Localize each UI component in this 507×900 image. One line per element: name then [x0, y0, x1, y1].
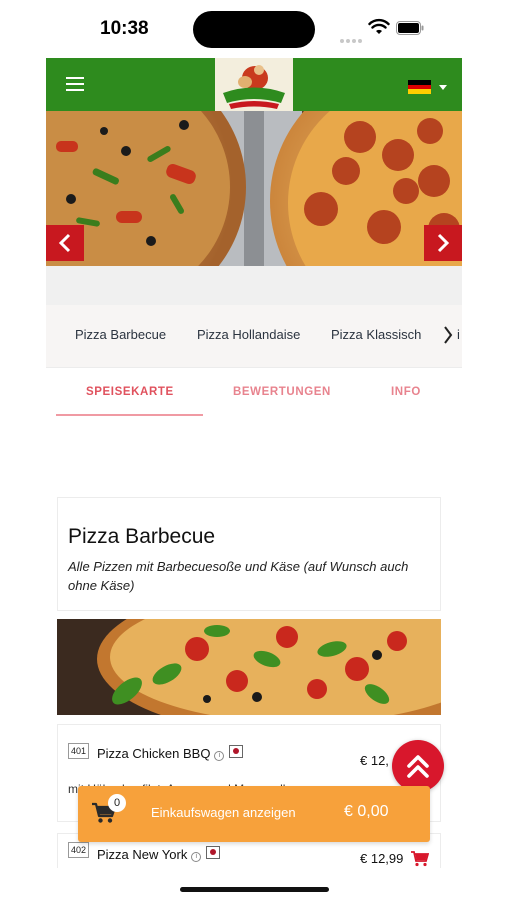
dietary-badge-icon [206, 846, 221, 859]
active-tab-indicator [56, 414, 203, 416]
category-item[interactable]: Pizza Barbecue [75, 327, 166, 342]
spacer-band [46, 266, 462, 305]
chevron-left-icon [58, 233, 71, 253]
item-number: 401 [68, 743, 90, 759]
hero-slider[interactable] [46, 111, 462, 266]
tab-bewertungen[interactable]: BEWERTUNGEN [233, 386, 331, 398]
info-icon[interactable]: i [191, 852, 202, 862]
item-name-text: Pizza New York [97, 847, 188, 862]
item-number: 402 [68, 842, 90, 858]
status-time: 10:38 [100, 18, 149, 39]
tab-bar: SPEISEKARTE BEWERTUNGEN INFO [46, 368, 462, 418]
category-item[interactable]: Pizza Klassisch [331, 327, 421, 342]
item-name: Pizza Chicken BBQ i [97, 745, 244, 761]
double-chevron-up-icon [407, 755, 429, 778]
hamburger-menu-icon[interactable] [66, 77, 84, 91]
view-cart-button[interactable]: 0 Einkaufswagen anzeigen € 0,00 [78, 786, 430, 842]
category-item[interactable]: Pizza Hollandaise [197, 327, 300, 342]
slider-prev-button[interactable] [46, 225, 84, 261]
german-flag-icon[interactable] [408, 80, 431, 94]
add-to-cart-icon[interactable] [411, 851, 429, 867]
tab-info[interactable]: INFO [391, 386, 421, 398]
chevron-right-icon[interactable] [443, 325, 453, 345]
tab-speisekarte[interactable]: SPEISEKARTE [86, 386, 174, 398]
dietary-badge-icon [229, 745, 244, 758]
wifi-icon [368, 18, 390, 34]
cart-label: Einkaufswagen anzeigen [151, 805, 296, 820]
info-icon[interactable]: i [214, 751, 225, 761]
item-price: € 12, [360, 753, 389, 768]
category-title: Pizza Barbecue [68, 525, 216, 548]
app-screen: Pizza Barbecue Pizza Hollandaise Pizza K… [46, 58, 462, 868]
item-name: Pizza New York i [97, 846, 221, 862]
category-scroller[interactable]: Pizza Barbecue Pizza Hollandaise Pizza K… [46, 305, 462, 368]
cart-count-badge: 0 [108, 794, 126, 812]
scroll-to-top-button[interactable] [392, 740, 444, 792]
battery-icon [396, 21, 424, 35]
chevron-right-icon [437, 233, 450, 253]
cellular-signal-icon [340, 30, 364, 48]
slider-next-button[interactable] [424, 225, 462, 261]
category-header-card: Pizza Barbecue Alle Pizzen mit Barbecues… [57, 497, 441, 611]
item-price: € 12,99 [360, 851, 404, 866]
category-description: Alle Pizzen mit Barbecuesoße und Käse (a… [68, 559, 409, 593]
top-bar [46, 58, 462, 111]
cart-total: € 0,00 [344, 803, 389, 820]
category-item-overflow[interactable]: i [457, 327, 460, 342]
item-name-text: Pizza Chicken BBQ [97, 746, 211, 761]
category-image [57, 619, 441, 715]
chevron-down-icon[interactable] [439, 85, 447, 90]
status-bar: 10:38 [0, 0, 507, 58]
restaurant-logo[interactable] [215, 58, 293, 111]
home-indicator[interactable] [180, 887, 329, 892]
dynamic-island [193, 11, 315, 48]
